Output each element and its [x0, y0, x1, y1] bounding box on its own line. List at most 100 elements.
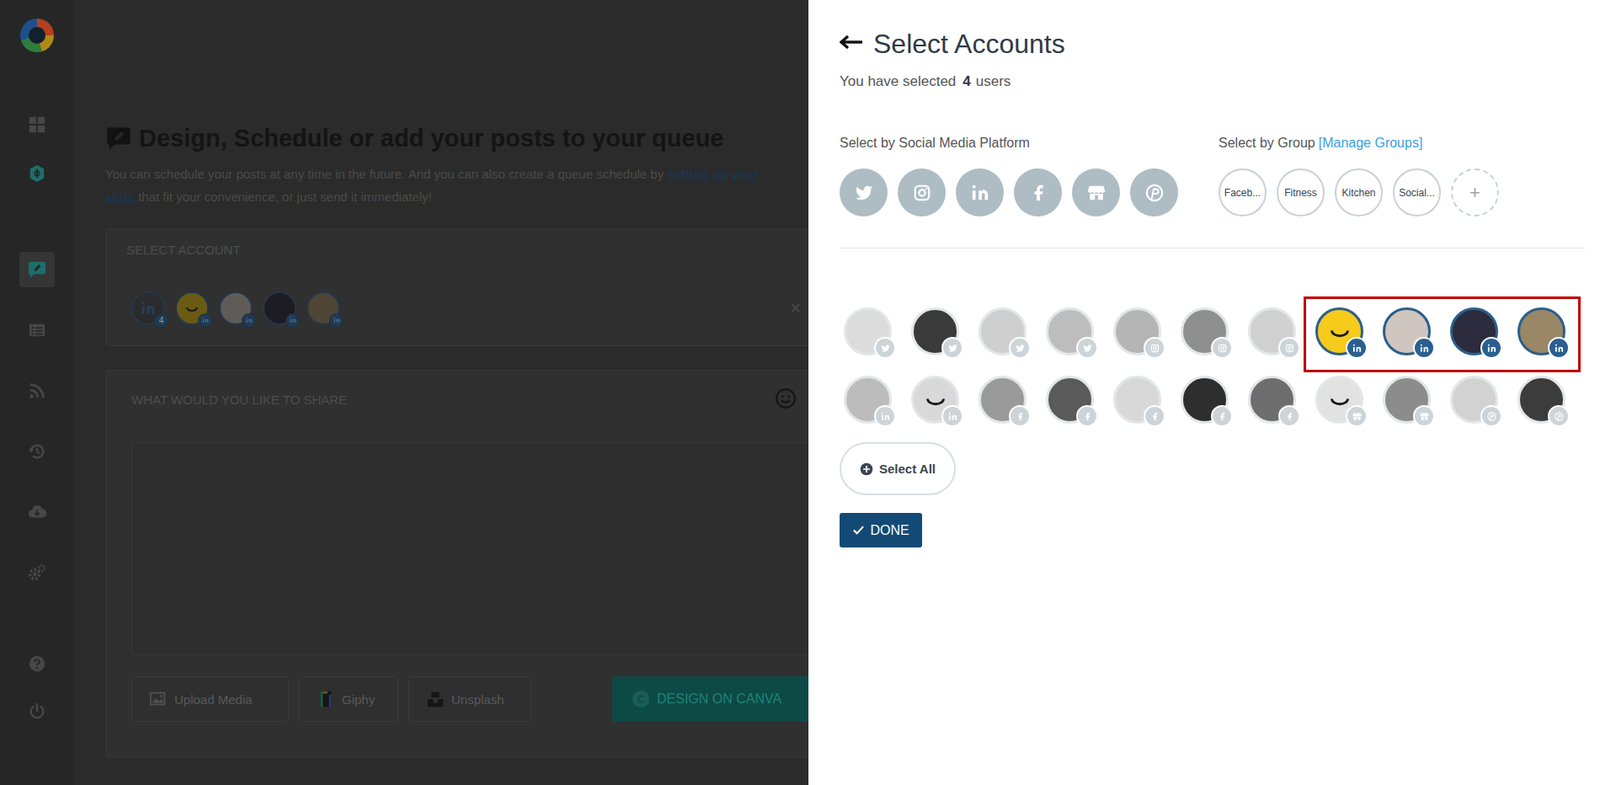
platform-badge [1143, 405, 1166, 427]
queue-slots-link[interactable]: setting up your [666, 166, 758, 182]
accounts-grid [843, 307, 1585, 424]
account-avatar[interactable] [1315, 307, 1364, 356]
platform-button[interactable] [897, 168, 946, 217]
platform-button[interactable] [839, 168, 888, 217]
sidebar-item[interactable] [19, 155, 55, 192]
account-avatar[interactable] [1382, 375, 1431, 424]
feeds-icon [27, 381, 47, 400]
sidebar-item[interactable] [19, 645, 55, 682]
account-avatar[interactable] [1248, 307, 1296, 356]
selected-account-avatar[interactable] [175, 291, 209, 326]
app-logo-icon[interactable] [20, 18, 54, 53]
add-group-button[interactable]: + [1450, 168, 1499, 217]
account-avatar[interactable] [1248, 375, 1296, 424]
platform-badge [1547, 405, 1570, 427]
account-avatar[interactable] [843, 307, 892, 356]
platform-badge [941, 336, 964, 359]
platform-badge [329, 313, 344, 328]
platform-badge [1076, 405, 1099, 427]
platform-badge [241, 313, 256, 328]
linkedin-icon [140, 300, 156, 316]
back-arrow-icon [839, 33, 864, 51]
account-avatar[interactable] [843, 375, 892, 424]
account-avatar[interactable] [1517, 375, 1566, 424]
done-button[interactable]: DONE [839, 512, 923, 548]
account-avatar[interactable] [1180, 375, 1229, 424]
drawer-title: Select Accounts [873, 28, 1066, 60]
group-buttons: Faceb...FitnessKitchenSocial...+ [1218, 168, 1499, 217]
button-label: Giphy [341, 692, 375, 707]
group-button[interactable]: Faceb... [1218, 168, 1267, 217]
selected-account-avatar[interactable] [262, 291, 297, 326]
selected-account-avatar[interactable] [306, 291, 341, 326]
queue-slots-link[interactable]: slots [105, 189, 135, 204]
account-avatar[interactable] [1450, 375, 1499, 424]
account-avatar[interactable] [1450, 307, 1499, 356]
subtitle-line: You can schedule your posts at any time … [105, 162, 809, 186]
giphy-button[interactable]: Giphy [298, 676, 399, 722]
platform-button[interactable] [955, 168, 1004, 217]
emoji-icon [774, 387, 797, 410]
unsplash-button[interactable]: Unsplash [408, 676, 532, 722]
emoji-button[interactable] [774, 387, 797, 412]
account-avatar[interactable] [1045, 307, 1094, 356]
canva-button[interactable]: DESIGN ON CANVA [612, 676, 809, 722]
account-avatar[interactable] [1517, 307, 1566, 356]
sidebar-item[interactable] [19, 106, 55, 143]
billing-icon [27, 164, 47, 183]
account-avatar[interactable] [1180, 307, 1229, 356]
check-icon [852, 523, 865, 537]
linkedin-icon [202, 316, 209, 324]
platform-button[interactable] [1013, 168, 1062, 217]
platform-button[interactable] [1130, 168, 1179, 217]
select-all-button[interactable]: Select All [839, 442, 956, 496]
group-button[interactable]: Fitness [1276, 168, 1325, 217]
group-button[interactable]: Social... [1392, 168, 1441, 217]
platform-badge [1008, 405, 1031, 427]
post-text-field[interactable] [131, 442, 809, 656]
account-avatar[interactable] [911, 307, 960, 356]
pinterest-icon [1145, 183, 1164, 203]
linkedin-icon [970, 183, 990, 203]
settings-icon [27, 563, 47, 582]
upload-button[interactable]: Upload Media [131, 676, 289, 722]
sidebar-item[interactable] [19, 693, 55, 730]
back-button[interactable] [839, 33, 864, 54]
manage-groups-link[interactable]: [Manage Groups] [1318, 135, 1424, 150]
platform-badge [1345, 405, 1368, 427]
summary-text: users [976, 73, 1012, 91]
account-avatar[interactable] [978, 375, 1027, 424]
sidebar-item[interactable] [19, 494, 55, 530]
clear-selection-button[interactable]: × [789, 297, 801, 320]
group-button[interactable]: Kitchen [1334, 168, 1383, 217]
help-icon [27, 654, 47, 673]
account-avatar[interactable] [1382, 307, 1431, 356]
card-label: SELECT ACCOUNT [126, 242, 241, 257]
platform-badge [285, 313, 300, 328]
account-avatar[interactable] [1315, 375, 1364, 424]
platform-badge [874, 405, 896, 427]
sidebar-item[interactable] [19, 373, 55, 409]
facebook-icon [1082, 411, 1093, 422]
sidebar-bottom [19, 645, 55, 785]
account-avatar[interactable] [1113, 307, 1162, 356]
platform-button[interactable] [1072, 168, 1120, 217]
account-avatar[interactable] [978, 307, 1027, 356]
sidebar-item[interactable] [19, 251, 55, 288]
linkedin-icon [880, 411, 891, 422]
account-avatar[interactable] [1113, 375, 1162, 424]
selected-account-avatar[interactable] [218, 291, 253, 326]
sidebar-item[interactable] [19, 554, 55, 591]
platform-badge [1278, 405, 1301, 427]
selection-highlight-box [1303, 296, 1581, 373]
account-avatar[interactable] [911, 375, 960, 424]
divider [839, 247, 1585, 249]
platform-badge [1345, 336, 1368, 359]
sidebar-item[interactable] [19, 433, 55, 470]
account-summary[interactable]: 4 [131, 291, 166, 326]
unsplash-icon [426, 689, 445, 709]
sidebar-item[interactable] [19, 312, 55, 348]
platform-badge [1480, 336, 1503, 359]
account-avatar[interactable] [1045, 375, 1094, 424]
platform-badge [1210, 336, 1233, 359]
